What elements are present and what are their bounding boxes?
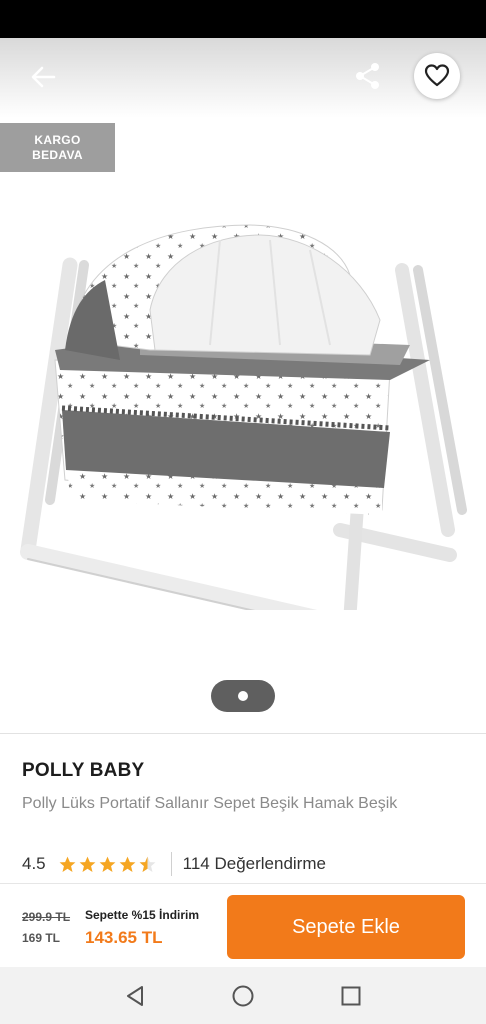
status-bar xyxy=(0,0,486,38)
add-to-cart-button[interactable]: Sepete Ekle xyxy=(227,895,465,959)
star-icon xyxy=(79,856,96,872)
add-to-cart-label: Sepete Ekle xyxy=(292,915,400,938)
basket-discount-price: 143.65 TL xyxy=(85,928,163,947)
gallery-page-indicator[interactable] xyxy=(211,680,275,712)
share-icon xyxy=(356,63,379,89)
product-image[interactable]: ★ ★ xyxy=(10,170,476,610)
product-title: Polly Lüks Portatif Sallanır Sepet Beşik… xyxy=(22,795,398,812)
review-count-link[interactable]: 114 Değerlendirme xyxy=(183,854,326,874)
arrow-left-icon xyxy=(31,66,56,88)
badge-line-2: BEDAVA xyxy=(32,147,83,162)
share-button[interactable] xyxy=(350,58,386,94)
rating-row[interactable]: 4.5 114 Değerlendirme xyxy=(22,852,326,876)
circle-home-icon xyxy=(232,985,254,1007)
product-gallery[interactable]: KARGO BEDAVA ★ ★ xyxy=(0,38,486,734)
divider xyxy=(0,733,486,734)
square-recents-icon xyxy=(341,986,361,1006)
star-icon xyxy=(99,856,116,872)
old-price: 299.9 TL xyxy=(22,910,71,924)
free-shipping-badge: KARGO BEDAVA xyxy=(0,123,115,172)
star-half-icon xyxy=(139,856,156,872)
heart-outline-icon xyxy=(424,64,450,87)
nav-back-button[interactable] xyxy=(123,984,147,1008)
badge-line-1: KARGO xyxy=(34,132,81,147)
triangle-back-icon xyxy=(127,986,143,1006)
star-icon xyxy=(119,856,136,872)
basket-discount-label: Sepette %15 İndirim xyxy=(85,908,200,922)
purchase-bar: 299.9 TL 169 TL Sepette %15 İndirim 143.… xyxy=(0,883,486,967)
current-price: 169 TL xyxy=(22,931,61,945)
brand-name[interactable]: POLLY BABY xyxy=(22,760,144,782)
nav-recents-button[interactable] xyxy=(339,984,363,1008)
rating-separator xyxy=(170,852,172,876)
back-button[interactable] xyxy=(26,60,60,94)
system-nav-bar xyxy=(0,967,486,1024)
nav-home-button[interactable] xyxy=(231,984,255,1008)
page-dot-active xyxy=(238,691,248,701)
favorite-button[interactable] xyxy=(414,53,460,99)
rating-value: 4.5 xyxy=(22,854,46,873)
star-icon xyxy=(59,856,76,872)
star-rating xyxy=(58,855,157,874)
